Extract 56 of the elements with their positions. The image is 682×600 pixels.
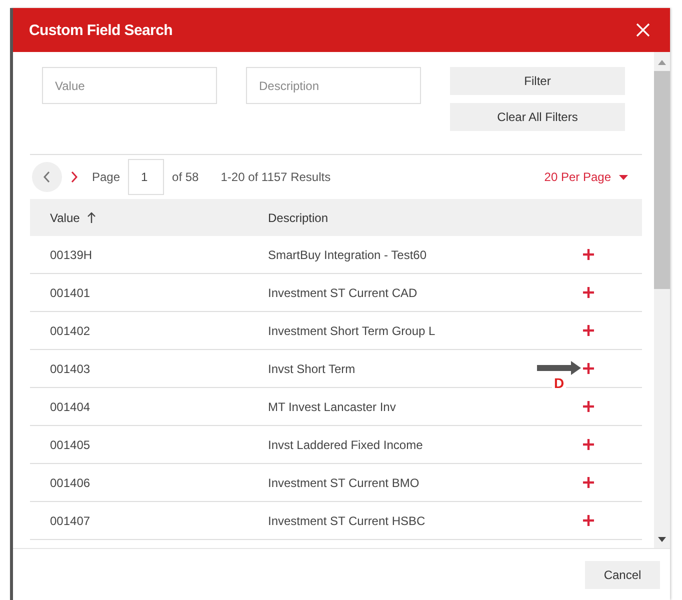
plus-icon <box>583 477 594 488</box>
add-button[interactable] <box>583 515 594 526</box>
per-page-dropdown[interactable]: 20 Per Page <box>544 170 628 184</box>
add-button[interactable] <box>583 439 594 450</box>
close-button[interactable] <box>636 23 650 37</box>
plus-icon <box>583 401 594 412</box>
caret-icon <box>619 174 628 180</box>
description-cell-text: SmartBuy Integration - Test60 <box>268 248 428 262</box>
filter-field[interactable]: Value <box>42 67 217 104</box>
filter-button[interactable]: Clear All Filters <box>450 103 625 131</box>
add-button[interactable] <box>583 287 594 298</box>
arrow-icon <box>537 361 581 375</box>
add-button[interactable] <box>583 363 594 374</box>
scroll-thumb[interactable] <box>654 71 670 289</box>
plus-icon <box>583 325 594 336</box>
description-cell-text: Investment ST Current CAD <box>268 286 418 300</box>
column-header[interactable]: Description <box>268 210 488 224</box>
close-icon <box>636 23 650 37</box>
callout-label: D <box>552 375 566 391</box>
scroll-down-icon <box>658 537 666 542</box>
filter-button[interactable]: Filter <box>450 67 625 95</box>
page-label: Page <box>92 170 120 184</box>
plus-icon <box>583 249 594 260</box>
plus-icon <box>583 287 594 298</box>
add-button[interactable] <box>583 477 594 488</box>
value-cell-text: 001407 <box>49 514 92 528</box>
scrollbar[interactable] <box>654 52 670 548</box>
results-count: 1-20 of 1157 Results <box>220 170 331 184</box>
value-cell-text: 001405 <box>49 438 92 452</box>
plus-icon <box>583 515 594 526</box>
value-cell-text: 001401 <box>49 286 92 300</box>
description-cell-text: MT Invest Lancaster Inv <box>268 400 397 414</box>
dialog-title: Custom Field Search <box>29 22 173 38</box>
plus-icon <box>583 439 594 450</box>
add-button[interactable] <box>583 401 594 412</box>
add-button[interactable] <box>583 249 594 260</box>
value-cell-text: 001403 <box>49 362 92 376</box>
description-cell-text: Investment ST Current HSBC <box>268 514 426 528</box>
filter-field[interactable]: Description <box>246 67 421 104</box>
column-header[interactable]: Value <box>30 210 268 224</box>
chevron-right-icon <box>70 171 78 183</box>
page-field[interactable]: 1 <box>128 159 164 195</box>
description-cell-text: Invst Laddered Fixed Income <box>268 438 424 452</box>
value-cell-text: 001404 <box>49 400 92 414</box>
description-cell-text: Investment ST Current BMO <box>268 476 420 490</box>
cancel-button[interactable]: Cancel <box>585 560 660 588</box>
value-cell-text: 00139H <box>49 248 94 262</box>
scroll-up-icon <box>658 60 666 65</box>
chevron-left-icon <box>43 171 51 183</box>
plus-icon <box>583 363 594 374</box>
value-cell-text: 001406 <box>49 476 92 490</box>
add-button[interactable] <box>583 325 594 336</box>
page-count: of 58 <box>172 170 199 184</box>
value-cell-text: 001402 <box>49 324 92 338</box>
description-cell-text: Invst Short Term <box>268 362 356 376</box>
description-cell-text: Investment Short Term Group L <box>268 324 436 338</box>
